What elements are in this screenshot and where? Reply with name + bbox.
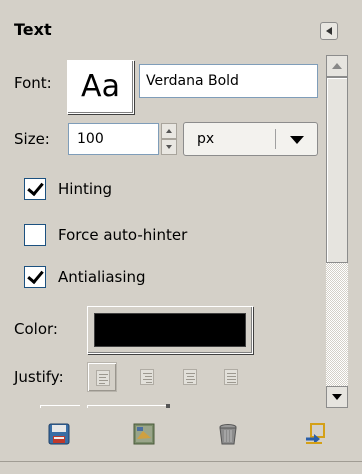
combo-separator bbox=[275, 129, 276, 149]
options-scroll-area: Font: Aa Verdana Bold Size: 100 px Hinti… bbox=[0, 52, 321, 408]
antialiasing-checkbox[interactable] bbox=[24, 266, 46, 288]
vertical-scrollbar[interactable] bbox=[326, 55, 348, 408]
chevron-down-icon bbox=[290, 136, 304, 144]
scrollbar-thumb[interactable] bbox=[326, 77, 348, 263]
force-autohinter-checkbox[interactable] bbox=[24, 224, 46, 246]
restore-options-button[interactable] bbox=[131, 421, 157, 447]
color-button[interactable] bbox=[87, 306, 253, 354]
scroll-up-icon[interactable] bbox=[326, 55, 348, 77]
justify-center-button[interactable] bbox=[175, 362, 205, 392]
justify-right-icon bbox=[140, 369, 154, 385]
save-options-icon bbox=[48, 423, 70, 445]
font-label: Font: bbox=[14, 74, 52, 92]
panel-title: Text bbox=[14, 20, 52, 39]
scroll-down-icon[interactable] bbox=[326, 386, 348, 408]
next-row-slider[interactable] bbox=[87, 404, 170, 408]
justify-label: Justify: bbox=[14, 368, 64, 386]
color-swatch bbox=[94, 313, 246, 347]
color-label: Color: bbox=[14, 320, 58, 338]
force-autohinter-label: Force auto-hinter bbox=[58, 226, 188, 244]
hinting-label: Hinting bbox=[58, 180, 113, 198]
justify-left-button[interactable] bbox=[87, 362, 117, 392]
size-label: Size: bbox=[14, 130, 50, 148]
size-spinner[interactable] bbox=[161, 123, 177, 155]
delete-icon bbox=[219, 424, 237, 445]
font-name-input[interactable]: Verdana Bold bbox=[139, 64, 318, 98]
unit-select[interactable]: px bbox=[183, 122, 318, 156]
panel-menu-button[interactable] bbox=[320, 22, 338, 40]
justify-center-icon bbox=[183, 369, 197, 385]
next-row-widget bbox=[40, 405, 80, 408]
restore-from-texture-icon bbox=[133, 423, 155, 445]
justify-left-icon bbox=[96, 370, 110, 386]
bottom-divider bbox=[0, 461, 362, 462]
reset-icon bbox=[306, 423, 325, 444]
reset-options-button[interactable] bbox=[302, 421, 328, 447]
text-tool-options-panel: Text Font: Aa Verdana Bold Size: 100 px … bbox=[0, 0, 362, 474]
justify-right-button[interactable] bbox=[132, 362, 162, 392]
justify-fill-button[interactable] bbox=[216, 362, 246, 392]
font-preview-button[interactable]: Aa bbox=[67, 60, 134, 114]
antialiasing-label: Antialiasing bbox=[58, 268, 146, 286]
unit-value: px bbox=[197, 131, 215, 147]
save-options-button[interactable] bbox=[46, 421, 72, 447]
size-input[interactable]: 100 bbox=[68, 123, 159, 155]
spin-up-icon[interactable] bbox=[161, 123, 177, 139]
hinting-checkbox[interactable] bbox=[24, 178, 46, 200]
justify-fill-icon bbox=[224, 369, 238, 385]
delete-options-button[interactable] bbox=[215, 421, 241, 447]
spin-down-icon[interactable] bbox=[161, 139, 177, 155]
